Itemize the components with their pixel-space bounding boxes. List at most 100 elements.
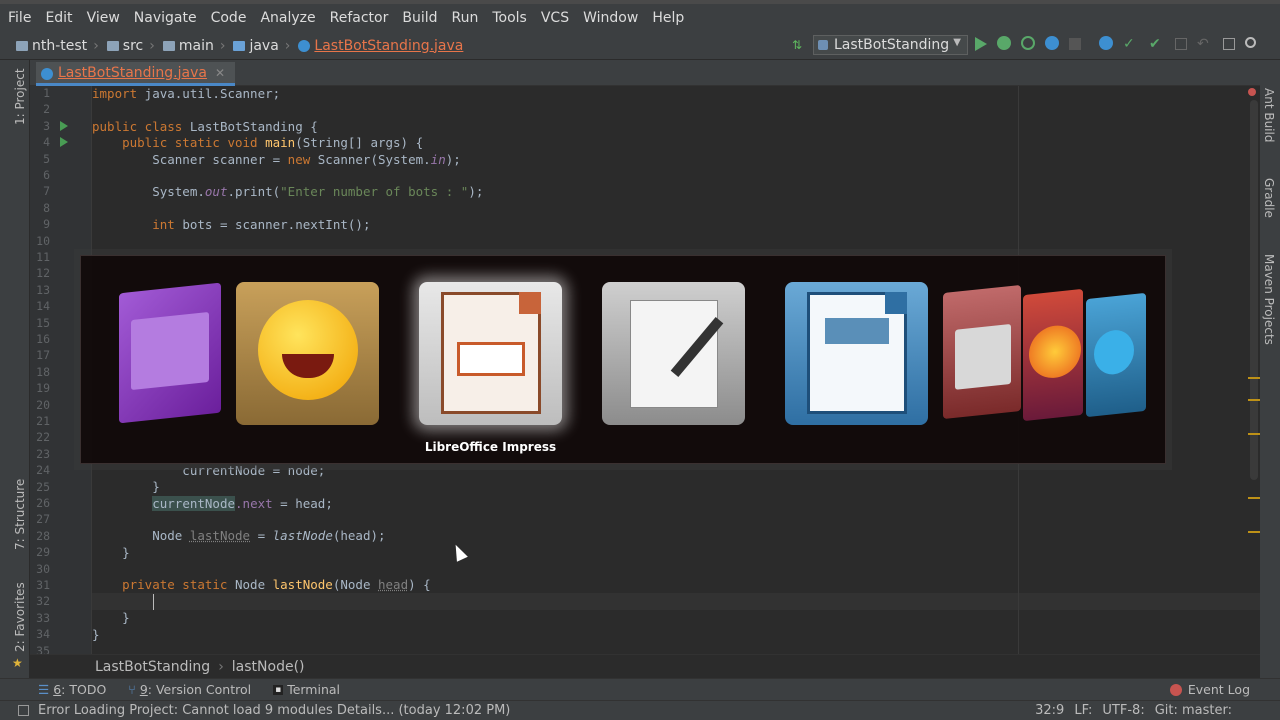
code-line-7: System.out.print("Enter number of bots :… — [92, 184, 484, 199]
code-line-24: currentNode = node; — [92, 463, 326, 478]
star-icon: ★ — [12, 656, 23, 670]
libreoffice-impress-icon[interactable] — [419, 282, 562, 425]
left-tool-strip: 1: Project 7: Structure 2: Favorites ★ — [0, 60, 30, 700]
tool-window-bar: ☰ 6: TODO ⑂ 9: Version Control ▪ Terminal — [0, 678, 1280, 700]
vcs-update-icon[interactable]: ⇅ — [792, 38, 804, 52]
text-caret — [153, 594, 154, 610]
menu-navigate[interactable]: Navigate — [134, 10, 197, 26]
menu-bar: File Edit View Navigate Code Analyze Ref… — [0, 0, 1280, 32]
code-line-28: Node lastNode = lastNode(head); — [92, 528, 386, 543]
run-configuration-select[interactable]: LastBotStanding ▼ — [813, 35, 968, 55]
menu-code[interactable]: Code — [211, 10, 247, 26]
menu-view[interactable]: View — [87, 10, 120, 26]
version-control-tool-button[interactable]: ⑂ 9: Version Control — [128, 682, 251, 697]
firefox-icon[interactable] — [1023, 288, 1083, 422]
breadcrumb-src[interactable]: src › — [106, 38, 155, 54]
line-number: 33 — [36, 610, 50, 625]
ant-build-tool-button[interactable]: Ant Build — [1262, 88, 1276, 142]
code-line-31: private static Node lastNode(Node head) … — [92, 577, 431, 592]
line-number: 20 — [36, 397, 50, 412]
maven-tool-button[interactable]: Maven Projects — [1262, 254, 1276, 345]
editor-scrollbar[interactable] — [1250, 100, 1258, 480]
search-icon[interactable] — [1245, 37, 1256, 48]
line-number: 31 — [36, 578, 50, 592]
line-number: 6 — [43, 168, 50, 182]
project-tool-button[interactable]: 1: Project — [13, 68, 27, 125]
folder-icon — [106, 40, 119, 51]
todo-tool-button[interactable]: ☰ 6: TODO — [38, 682, 106, 697]
menu-vcs[interactable]: VCS — [541, 10, 569, 26]
error-indicator-icon[interactable] — [1248, 88, 1256, 96]
text-editor-icon[interactable] — [602, 282, 745, 425]
line-number: 10 — [36, 233, 50, 248]
menu-window[interactable]: Window — [583, 10, 638, 26]
breadcrumb-file[interactable]: LastBotStanding.java — [298, 38, 463, 54]
project-structure-icon[interactable] — [1223, 38, 1235, 50]
coverage-icon[interactable] — [1021, 36, 1035, 50]
code-line-4: public static void main(String[] args) { — [92, 135, 424, 150]
app-window-icon[interactable] — [119, 282, 221, 424]
menu-refactor[interactable]: Refactor — [330, 10, 389, 26]
file-encoding[interactable]: UTF-8: — [1102, 703, 1144, 718]
toggle-tool-windows-icon[interactable] — [18, 705, 29, 716]
run-config-icon — [818, 40, 828, 50]
run-icon[interactable] — [975, 37, 987, 51]
skype-icon[interactable] — [1086, 292, 1146, 418]
breadcrumb-project[interactable]: nth-test › — [16, 38, 99, 54]
sync-icon[interactable] — [1099, 36, 1113, 50]
terminal-icon: ▪ — [273, 684, 284, 695]
line-number: 7 — [43, 184, 50, 199]
event-log-button[interactable]: Event Log — [1169, 682, 1250, 697]
code-line-1: import java.util.Scanner; — [92, 86, 281, 101]
terminal-tool-button[interactable]: ▪ Terminal — [273, 682, 340, 697]
undo-icon[interactable]: ↶ — [1197, 36, 1213, 52]
file-cabinet-icon[interactable] — [943, 284, 1021, 420]
menu-help[interactable]: Help — [652, 10, 684, 26]
menu-file[interactable]: File — [8, 10, 31, 26]
app-switcher-overlay: LibreOffice Impress — [80, 255, 1166, 464]
breadcrumb-method[interactable]: lastNode() — [232, 659, 305, 675]
tab-lastbotstanding[interactable]: LastBotStanding.java ✕ — [36, 62, 236, 86]
menu-run[interactable]: Run — [452, 10, 479, 26]
breadcrumb-main[interactable]: main › — [162, 38, 225, 54]
line-number: 12 — [36, 266, 50, 281]
line-number: 23 — [36, 446, 50, 461]
line-number: 16 — [36, 332, 50, 346]
gradle-tool-button[interactable]: Gradle — [1262, 178, 1276, 218]
breadcrumb-class[interactable]: LastBotStanding — [95, 659, 210, 675]
run-gutter-icon[interactable] — [60, 137, 68, 147]
line-number: 13 — [36, 282, 50, 297]
project-icon — [16, 40, 28, 51]
code-line-5: Scanner scanner = new Scanner(System.in)… — [92, 152, 461, 167]
folder-icon — [162, 40, 175, 51]
code-line-3: public class LastBotStanding { — [92, 119, 318, 134]
menu-build[interactable]: Build — [402, 10, 437, 26]
selected-app-label: LibreOffice Impress — [424, 440, 557, 454]
menu-tools[interactable]: Tools — [492, 10, 527, 26]
status-message[interactable]: Error Loading Project: Cannot load 9 mod… — [38, 703, 510, 718]
run-gutter-icon[interactable] — [60, 121, 68, 131]
code-line-9: int bots = scanner.nextInt(); — [92, 217, 371, 232]
stop-icon[interactable] — [1069, 38, 1081, 50]
breadcrumb-java[interactable]: java › — [233, 38, 290, 54]
caret-position[interactable]: 32:9 — [1035, 703, 1064, 718]
vcs-push-icon[interactable]: ✔ — [1149, 36, 1165, 52]
libreoffice-writer-icon[interactable] — [785, 282, 928, 425]
emoji-laughing-icon[interactable] — [236, 282, 379, 425]
git-branch[interactable]: Git: master: — [1155, 703, 1232, 718]
debug-icon[interactable] — [997, 36, 1011, 50]
line-separator[interactable]: LF: — [1074, 703, 1092, 718]
line-number: 29 — [36, 545, 50, 560]
menu-edit[interactable]: Edit — [45, 10, 72, 26]
favorites-tool-button[interactable]: 2: Favorites — [13, 582, 27, 652]
line-number: 17 — [36, 348, 50, 363]
chevron-down-icon: ▼ — [953, 37, 961, 48]
history-icon[interactable] — [1175, 38, 1187, 50]
profile-icon[interactable] — [1045, 36, 1059, 50]
menu-analyze[interactable]: Analyze — [260, 10, 315, 26]
vcs-commit-icon[interactable]: ✓ — [1123, 36, 1139, 52]
code-line-34: } — [92, 627, 100, 642]
code-line-33: } — [92, 610, 130, 625]
close-icon[interactable]: ✕ — [215, 66, 225, 80]
structure-tool-button[interactable]: 7: Structure — [13, 479, 27, 550]
